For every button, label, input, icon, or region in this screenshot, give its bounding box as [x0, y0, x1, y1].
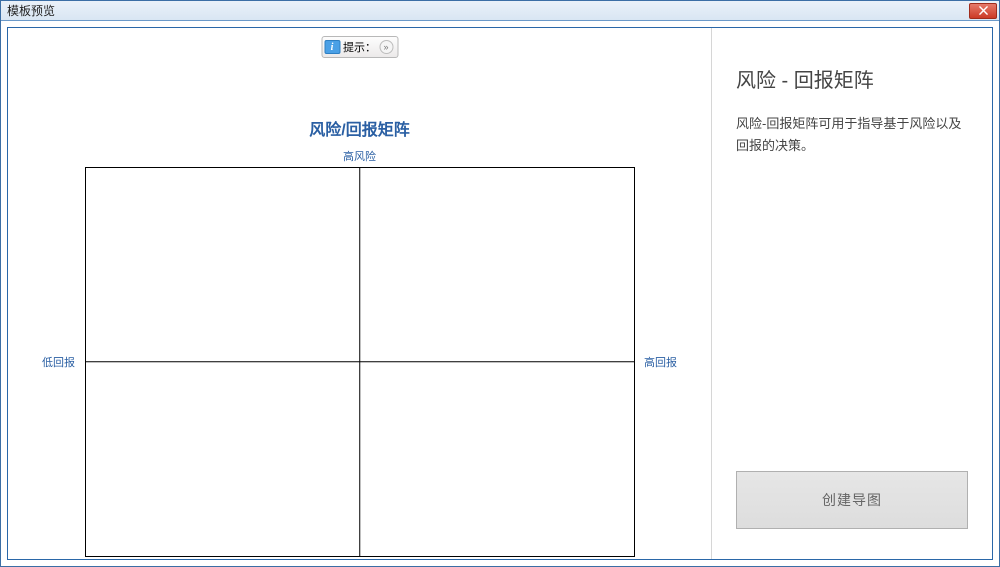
window-title: 模板预览 — [7, 2, 969, 19]
content-frame: i 提示： » 风险/回报矩阵 高风险 低回报 高回报 低风 — [7, 27, 993, 560]
axis-top-label: 高风险 — [343, 148, 376, 164]
preview-pane: i 提示： » 风险/回报矩阵 高风险 低回报 高回报 低风 — [8, 28, 712, 559]
axis-right-label: 高回报 — [641, 354, 681, 370]
info-title: 风险 - 回报矩阵 — [736, 64, 968, 93]
hint-label: 提示： — [343, 39, 376, 55]
close-button[interactable] — [969, 3, 997, 19]
matrix-grid — [85, 167, 635, 557]
hint-bar[interactable]: i 提示： » — [321, 36, 398, 58]
window-frame: 模板预览 i 提示： » 风险/回报矩阵 高风险 低回报 — [0, 0, 1000, 567]
create-map-label: 创建导图 — [822, 490, 882, 510]
axis-left-label: 低回报 — [39, 354, 79, 370]
close-icon — [979, 6, 988, 15]
risk-reward-diagram: 风险/回报矩阵 高风险 低回报 高回报 低风险 — [8, 116, 711, 559]
info-pane: 风险 - 回报矩阵 风险-回报矩阵可用于指导基于风险以及回报的决策。 创建导图 — [712, 28, 992, 559]
title-bar: 模板预览 — [1, 1, 999, 21]
window-body: i 提示： » 风险/回报矩阵 高风险 低回报 高回报 低风 — [1, 21, 999, 566]
info-description: 风险-回报矩阵可用于指导基于风险以及回报的决策。 — [736, 113, 968, 471]
expand-icon[interactable]: » — [379, 40, 393, 54]
create-map-button[interactable]: 创建导图 — [736, 471, 968, 529]
info-icon: i — [324, 40, 340, 54]
matrix-row: 低回报 高回报 — [39, 167, 681, 557]
diagram-title: 风险/回报矩阵 — [309, 116, 409, 140]
matrix-horizontal-divider — [86, 361, 634, 362]
